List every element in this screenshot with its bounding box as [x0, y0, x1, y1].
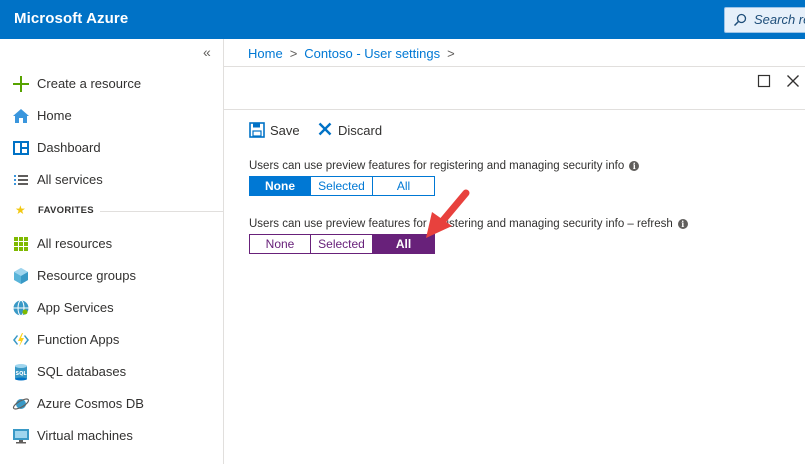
sidebar-item-virtual-machines[interactable]: Virtual machines — [0, 423, 223, 449]
discard-icon — [318, 122, 332, 136]
collapse-sidebar-button[interactable]: « — [203, 44, 211, 60]
sidebar-item-home[interactable]: Home — [0, 103, 223, 129]
sidebar-item-label: Resource groups — [37, 268, 136, 283]
sidebar-item-label: Virtual machines — [37, 428, 133, 443]
setting-label-preview-features: Users can use preview features for regis… — [249, 160, 640, 172]
app-title[interactable]: Microsoft Azure — [14, 10, 128, 27]
sidebar: « Create a resource Home Dashboard All s… — [0, 39, 224, 464]
top-bar: Microsoft Azure Search re — [0, 0, 805, 39]
sidebar-item-label: Azure Cosmos DB — [37, 396, 144, 411]
panel-divider — [224, 109, 805, 110]
close-icon[interactable] — [786, 74, 800, 88]
save-label: Save — [270, 123, 300, 138]
preview-features-toggle: None Selected All — [249, 176, 435, 196]
sidebar-item-label: All services — [37, 172, 103, 187]
sidebar-item-label: App Services — [37, 300, 114, 315]
sidebar-item-app-services[interactable]: App Services — [0, 295, 223, 321]
option-selected[interactable]: Selected — [311, 234, 373, 254]
plus-icon — [13, 76, 29, 92]
svg-text:SQL: SQL — [15, 371, 27, 377]
lightning-icon — [13, 333, 29, 347]
list-icon — [14, 175, 28, 185]
info-icon[interactable]: i — [629, 160, 640, 171]
sidebar-item-cosmos-db[interactable]: Azure Cosmos DB — [0, 391, 223, 417]
sidebar-item-label: SQL databases — [37, 364, 127, 379]
sidebar-item-label: Home — [37, 108, 72, 123]
info-icon[interactable]: i — [677, 218, 688, 229]
save-icon — [249, 122, 265, 138]
search-placeholder: Search re — [754, 12, 805, 27]
sidebar-item-label: Dashboard — [37, 140, 101, 155]
preview-features-refresh-toggle: None Selected All — [249, 234, 435, 254]
breadcrumb-page[interactable]: Contoso - User settings — [304, 46, 440, 61]
grid-icon — [14, 237, 28, 251]
option-none[interactable]: None — [249, 176, 311, 196]
breadcrumb: Home > Contoso - User settings > — [248, 46, 462, 61]
annotation-arrow-icon — [426, 189, 470, 238]
sidebar-item-dashboard[interactable]: Dashboard — [0, 135, 223, 161]
option-none[interactable]: None — [249, 234, 311, 254]
search-input[interactable]: Search re — [724, 7, 805, 33]
home-icon — [13, 109, 29, 123]
favorites-label: FAVORITES — [38, 205, 94, 216]
discard-label: Discard — [338, 123, 383, 138]
sidebar-item-label: All resources — [37, 236, 113, 251]
sidebar-item-function-apps[interactable]: Function Apps — [0, 327, 223, 353]
monitor-icon — [13, 429, 29, 444]
header-divider — [224, 66, 805, 67]
discard-button[interactable]: Discard — [317, 121, 389, 141]
breadcrumb-separator: > — [447, 46, 455, 61]
planet-icon — [12, 398, 30, 410]
sidebar-item-resource-groups[interactable]: Resource groups — [0, 263, 223, 289]
sidebar-item-all-resources[interactable]: All resources — [0, 231, 223, 257]
sidebar-item-label: Function Apps — [37, 332, 120, 347]
search-icon — [733, 13, 747, 27]
divider — [100, 211, 223, 212]
maximize-icon[interactable] — [757, 74, 771, 88]
dashboard-icon — [13, 141, 29, 155]
sidebar-item-all-services[interactable]: All services — [0, 167, 223, 193]
breadcrumb-separator: > — [289, 46, 298, 61]
save-button[interactable]: Save — [249, 121, 309, 141]
globe-icon — [13, 300, 29, 316]
database-icon: SQL — [15, 364, 27, 381]
sidebar-item-sql-databases[interactable]: SQL SQL databases — [0, 359, 223, 385]
option-selected[interactable]: Selected — [311, 176, 373, 196]
favorites-header: ★ FAVORITES — [0, 203, 223, 219]
star-icon: ★ — [15, 203, 26, 217]
sidebar-item-label: Create a resource — [37, 76, 142, 91]
breadcrumb-home[interactable]: Home — [248, 46, 283, 61]
cube-icon — [14, 268, 28, 284]
sidebar-item-create-resource[interactable]: Create a resource — [0, 71, 223, 97]
setting-text: Users can use preview features for regis… — [249, 160, 625, 172]
